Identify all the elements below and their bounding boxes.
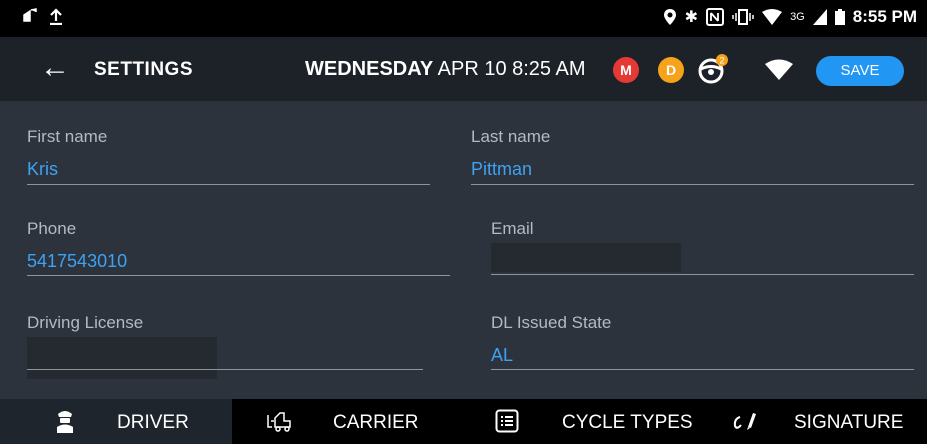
driving-license-label: Driving License bbox=[27, 313, 144, 332]
driving-license-underline bbox=[27, 369, 423, 370]
status-badge-m[interactable]: M bbox=[613, 57, 639, 83]
wheel-count: 2 bbox=[719, 56, 724, 66]
last-name-field[interactable]: Last name Pittman bbox=[471, 127, 914, 187]
vibrate-icon bbox=[732, 9, 754, 25]
first-name-input[interactable]: Kris bbox=[27, 159, 58, 180]
steering-wheel-icon[interactable]: 2 bbox=[697, 53, 729, 85]
notification-icon bbox=[23, 8, 37, 22]
upload-icon bbox=[50, 8, 62, 25]
status-bar: ✱ 3G 8:55 PM bbox=[0, 0, 927, 37]
driving-license-field[interactable]: Driving License bbox=[27, 313, 423, 383]
email-label: Email bbox=[491, 219, 534, 238]
email-field[interactable]: Email bbox=[491, 219, 914, 279]
app-bar: ← SETTINGS WEDNESDAY APR 10 8:25 AM M D … bbox=[0, 37, 927, 101]
first-name-field[interactable]: First name Kris bbox=[27, 127, 430, 187]
clock: 8:55 PM bbox=[852, 7, 917, 26]
last-name-label: Last name bbox=[471, 127, 551, 146]
tab-driver[interactable]: DRIVER bbox=[0, 399, 232, 444]
wifi-status-icon bbox=[762, 9, 783, 25]
email-underline bbox=[491, 274, 914, 275]
tab-signature[interactable]: SIGNATURE bbox=[717, 399, 927, 444]
back-arrow-icon[interactable]: ← bbox=[40, 51, 70, 85]
tab-carrier[interactable]: CARRIER bbox=[232, 399, 460, 444]
weekday: WEDNESDAY bbox=[305, 58, 434, 80]
last-name-underline bbox=[471, 184, 914, 185]
dl-issued-state-label: DL Issued State bbox=[491, 313, 612, 332]
tab-cycle-types[interactable]: CYCLE TYPES bbox=[460, 399, 717, 444]
first-name-underline bbox=[27, 184, 430, 185]
driving-license-redacted bbox=[27, 337, 217, 379]
tab-signature-label: SIGNATURE bbox=[794, 412, 904, 433]
email-redacted bbox=[491, 243, 681, 272]
first-name-label: First name bbox=[27, 127, 108, 146]
tab-driver-label: DRIVER bbox=[117, 412, 189, 433]
date-time-text: APR 10 8:25 AM bbox=[437, 58, 586, 80]
nfc-icon bbox=[706, 8, 725, 26]
phone-field[interactable]: Phone 5417543010 bbox=[27, 219, 450, 279]
bottom-tab-bar: DRIVER CARRIER CYCLE TYPES SIGNATURE bbox=[0, 399, 927, 444]
signature-icon bbox=[733, 413, 756, 430]
settings-form: First name Kris Last name Pittman Phone … bbox=[0, 101, 927, 399]
phone-input[interactable]: 5417543010 bbox=[27, 251, 127, 272]
location-icon bbox=[663, 9, 676, 25]
dl-issued-state-field[interactable]: DL Issued State AL bbox=[491, 313, 914, 373]
signal-icon bbox=[812, 9, 827, 25]
tab-cycle-types-label: CYCLE TYPES bbox=[562, 412, 693, 433]
list-icon bbox=[495, 409, 519, 433]
forklift-icon bbox=[267, 412, 291, 432]
network-type: 3G bbox=[790, 11, 805, 23]
page-title: SETTINGS bbox=[94, 59, 194, 80]
phone-label: Phone bbox=[27, 219, 77, 238]
battery-icon bbox=[834, 9, 845, 25]
wifi-icon[interactable] bbox=[765, 59, 793, 81]
current-datetime: WEDNESDAY APR 10 8:25 AM bbox=[305, 58, 586, 81]
phone-underline bbox=[27, 275, 450, 276]
tab-carrier-label: CARRIER bbox=[333, 412, 419, 433]
last-name-input[interactable]: Pittman bbox=[471, 159, 532, 180]
status-badge-d[interactable]: D bbox=[658, 57, 684, 83]
dl-issued-state-select[interactable]: AL bbox=[491, 345, 513, 366]
dl-issued-state-underline bbox=[491, 369, 914, 370]
bluetooth-icon: ✱ bbox=[684, 9, 699, 26]
save-button[interactable]: SAVE bbox=[816, 56, 904, 86]
driver-icon bbox=[57, 411, 73, 433]
